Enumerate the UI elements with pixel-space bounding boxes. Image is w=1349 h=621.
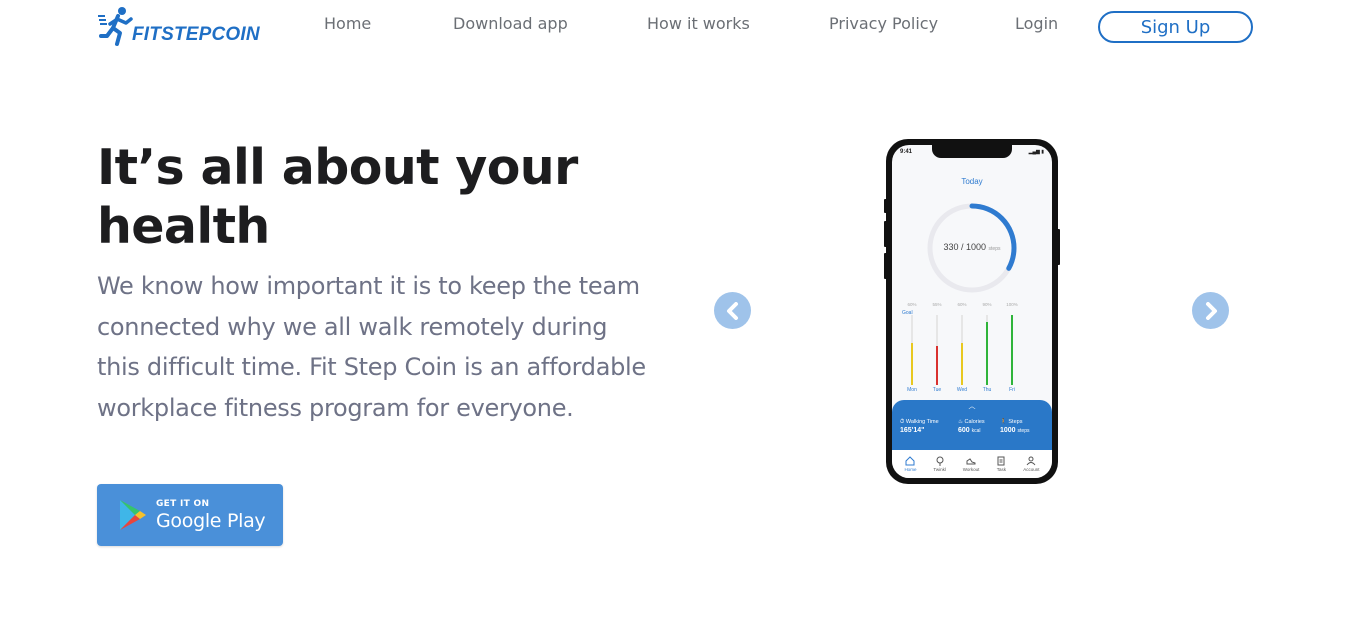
nav-home-link[interactable]: Home (324, 14, 371, 33)
tab-label: Task (996, 467, 1006, 472)
flame-icon: ♨ (958, 419, 963, 425)
user-icon (1026, 456, 1036, 466)
today-label: Today (961, 177, 983, 186)
nav-privacy-policy-link[interactable]: Privacy Policy (829, 14, 938, 33)
stat-walking-time: ⏱ Walking Time 165'14" (900, 418, 939, 437)
bar-track (986, 315, 988, 385)
bar-day-label: Wed (956, 387, 968, 393)
stat-steps: 🚶 Steps 1000 steps (1000, 418, 1029, 437)
stopwatch-icon: ⏱ (900, 419, 905, 425)
bar-percent-label: 55% (932, 302, 942, 307)
bar-fill (986, 322, 988, 385)
stat-unit: steps (1017, 428, 1030, 435)
stat-label: Walking Time (905, 419, 939, 425)
tab-twinkl[interactable]: Twinkl (933, 456, 946, 472)
carousel-next-button[interactable] (1192, 292, 1229, 329)
map-pin-icon (936, 456, 944, 466)
stat-label: Steps (1008, 419, 1023, 425)
bar-fill (1011, 315, 1013, 385)
bar-track (911, 315, 913, 385)
bar-day-label: Fri (1009, 387, 1015, 393)
phone-mockup: 9:41 ▂▄▆ ▮ Today 330 / 1000 steps Goal 6… (884, 139, 1060, 484)
phone-side-button (1057, 229, 1060, 265)
chevron-up-icon[interactable]: ︿ (892, 401, 1052, 411)
nav-download-app-link[interactable]: Download app (453, 14, 568, 33)
tab-label: Home (904, 467, 917, 472)
stat-calories: ♨ Calories 600 kcal (958, 418, 985, 437)
tab-home[interactable]: Home (904, 456, 916, 472)
stat-label: Calories (964, 419, 985, 425)
steps-count: 330 / 1000 (943, 242, 987, 252)
stat-value: 165'14" (900, 427, 925, 435)
bar-track (961, 315, 963, 385)
nav-how-it-works-link[interactable]: How it works (647, 14, 750, 33)
signal-battery-icon: ▂▄▆ ▮ (1028, 149, 1044, 155)
nav-login-link[interactable]: Login (1015, 14, 1058, 33)
steps-readout: 330 / 1000 steps (892, 242, 1052, 252)
bar-percent-label: 100% (1006, 302, 1018, 307)
bar-percent-label: 60% (957, 302, 967, 307)
bar-track (936, 315, 938, 385)
hero-description: We know how important it is to keep the … (97, 272, 646, 422)
bar-fill (911, 343, 913, 385)
running-man-icon (98, 7, 133, 46)
google-play-icon (120, 500, 146, 530)
brand-name: FITSTEPCOIN (132, 24, 260, 45)
steps-unit: steps (988, 246, 1001, 252)
tab-label: Account (1023, 467, 1040, 472)
status-time: 9:41 (900, 149, 913, 155)
bar-day-label: Tue (932, 387, 942, 393)
bar-percent-label: 60% (907, 302, 917, 307)
stat-unit: kcal (971, 428, 981, 435)
bar-day-label: Thu (982, 387, 992, 393)
bar-day-label: Mon (907, 387, 917, 393)
bar-track (1011, 315, 1013, 385)
bar-percent-label: 90% (982, 302, 992, 307)
bar-fill (961, 343, 963, 385)
stat-value: 600 (958, 427, 970, 435)
clipboard-icon (997, 456, 1005, 466)
store-badge-name: Google Play (156, 509, 266, 532)
google-play-button[interactable]: GET IT ON Google Play (97, 484, 283, 546)
tab-label: Workout (962, 467, 980, 472)
tab-workout[interactable]: Workout (962, 456, 980, 472)
bar-fill (936, 346, 938, 385)
sign-up-button[interactable]: Sign Up (1098, 11, 1253, 43)
tab-label: Twinkl (933, 467, 946, 472)
home-icon (905, 456, 915, 466)
carousel-prev-button[interactable] (714, 292, 751, 329)
hero-title: It’s all about your health (97, 139, 578, 255)
phone-side-button (884, 253, 887, 279)
phone-tab-bar: Home Twinkl Workout Task Account (892, 450, 1052, 478)
tab-account[interactable]: Account (1023, 456, 1039, 472)
store-badge-caption: GET IT ON (156, 498, 210, 509)
stat-value: 1000 (1000, 427, 1016, 435)
phone-side-button (884, 199, 887, 213)
chevron-left-icon (726, 301, 738, 320)
walker-icon: 🚶 (1000, 419, 1007, 425)
phone-notch (932, 145, 1012, 158)
stats-panel[interactable]: ︿ ⏱ Walking Time 165'14" ♨ Calories 600 … (892, 400, 1052, 450)
phone-side-button (884, 221, 887, 247)
chevron-right-icon (1205, 301, 1217, 320)
phone-screen: 9:41 ▂▄▆ ▮ Today 330 / 1000 steps Goal 6… (892, 145, 1052, 478)
sneaker-icon (966, 458, 976, 465)
tab-task[interactable]: Task (996, 456, 1006, 472)
brand-logo[interactable]: FITSTEPCOIN (98, 6, 260, 48)
